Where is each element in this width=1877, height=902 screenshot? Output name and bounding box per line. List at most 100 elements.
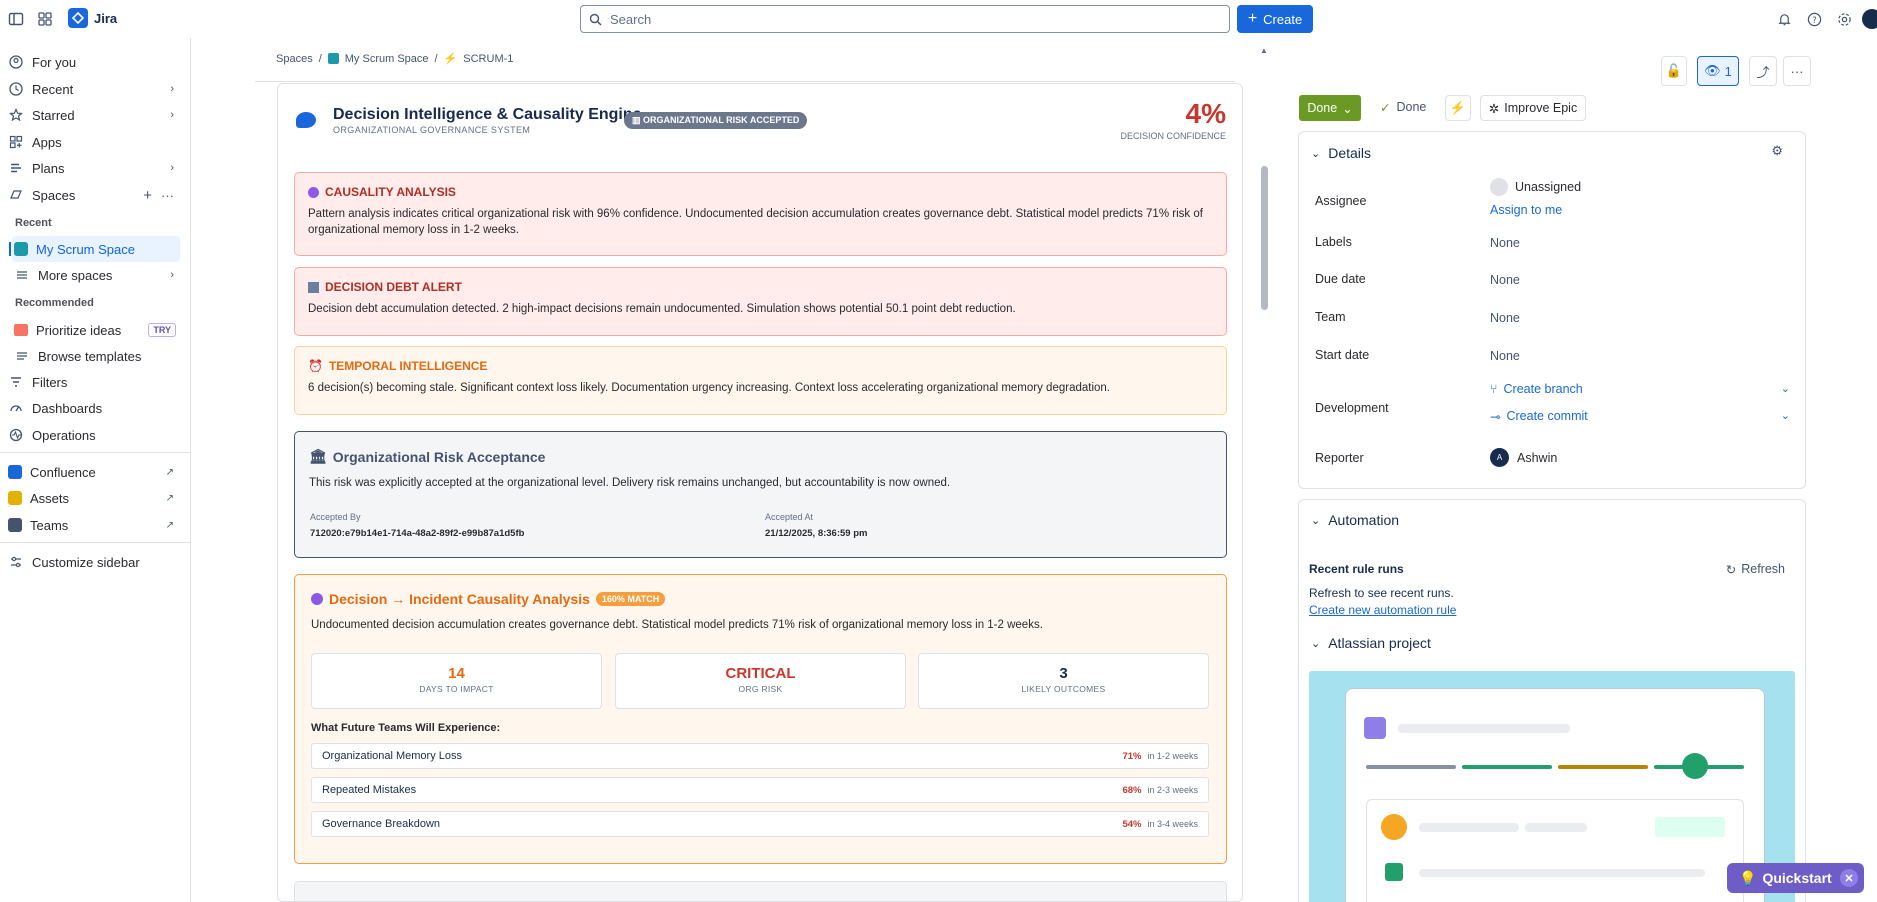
crystal-ball-icon — [311, 593, 323, 605]
create-branch-link[interactable]: ⑂ Create branch ⌄ — [1490, 382, 1790, 396]
chevron-down-icon[interactable]: ⌄ — [1781, 382, 1790, 396]
sidebar-item-label: Operations — [32, 427, 96, 443]
list-item: Repeated Mistakes 68% in 2-3 weeks — [311, 777, 1209, 803]
help-icon[interactable]: ? — [1802, 7, 1826, 31]
illustration-list — [1366, 799, 1744, 902]
create-label: Create — [1263, 11, 1303, 27]
status-dropdown[interactable]: Done ⌄ — [1299, 95, 1361, 121]
more-icon: ··· — [1790, 63, 1804, 79]
labels-label: Labels — [1315, 235, 1352, 249]
refresh-button[interactable]: ↻ Refresh — [1726, 562, 1785, 577]
checkbox-icon — [1385, 863, 1403, 881]
sidebar-item-teams[interactable]: Teams ↗ — [6, 512, 180, 538]
close-icon[interactable]: ✕ — [1840, 869, 1858, 887]
sidebar-item-assets[interactable]: Assets ↗ — [6, 485, 180, 511]
share-button[interactable]: ⤴ — [1749, 56, 1777, 86]
due-date-value[interactable]: None — [1490, 273, 1520, 287]
svg-text:?: ? — [1812, 14, 1816, 24]
create-commit-link[interactable]: ⊸ Create commit ⌄ — [1490, 409, 1790, 424]
placeholder-bar — [1419, 869, 1705, 877]
search-input[interactable]: Search — [580, 5, 1230, 33]
chevron-right-icon[interactable]: › — [170, 83, 174, 95]
sidebar-item-dashboards[interactable]: Dashboards — [6, 395, 180, 421]
labels-value[interactable]: None — [1490, 236, 1520, 250]
placeholder-bar — [1419, 823, 1519, 832]
decision-confidence-value: 4% — [1185, 98, 1226, 129]
improve-epic-button[interactable]: ✲ Improve Epic — [1480, 95, 1586, 121]
sparkle-icon: ✲ — [1488, 101, 1500, 116]
lightning-icon — [1364, 717, 1386, 739]
future-heading: What Future Teams Will Experience: — [311, 722, 501, 734]
watch-button[interactable]: 👁 1 — [1697, 56, 1739, 86]
sidebar-toggle-icon[interactable] — [4, 7, 28, 31]
assign-to-me-link[interactable]: Assign to me — [1490, 203, 1562, 217]
more-icon[interactable]: ··· — [161, 188, 174, 203]
sidebar-item-prioritize-ideas[interactable]: Prioritize ideas TRY — [12, 317, 180, 343]
filter-icon — [8, 374, 24, 390]
automation-heading[interactable]: ⌄ Automation — [1311, 512, 1399, 528]
start-date-value[interactable]: None — [1490, 349, 1520, 363]
assignee-field[interactable]: Unassigned — [1490, 178, 1581, 196]
sidebar-item-confluence[interactable]: Confluence ↗ — [6, 459, 180, 485]
accepted-at-label: Accepted At — [765, 512, 814, 522]
sidebar-item-my-scrum-space[interactable]: My Scrum Space — [12, 236, 180, 262]
status-badge-label: ORGANIZATIONAL RISK ACCEPTED — [643, 115, 800, 125]
sidebar-item-label: Assets — [30, 490, 70, 506]
details-heading[interactable]: ⌄ Details — [1311, 145, 1371, 161]
app-switcher-icon[interactable] — [33, 7, 57, 31]
metric-likely-outcomes: 3 LIKELY OUTCOMES — [918, 653, 1209, 709]
incident-title: Decision → Incident Causality Analysis — [329, 591, 590, 607]
chevron-right-icon[interactable]: › — [170, 162, 174, 174]
bank-icon: 🏛 — [309, 448, 327, 464]
sidebar-item-label: More spaces — [38, 267, 113, 283]
sidebar-item-browse-templates[interactable]: Browse templates — [12, 343, 180, 369]
space-avatar-icon — [327, 53, 339, 64]
atlassian-project-heading[interactable]: ⌄ Atlassian project — [1311, 635, 1431, 651]
reporter-field[interactable]: A Ashwin — [1490, 448, 1557, 467]
divider — [0, 452, 190, 453]
chevron-right-icon[interactable]: › — [170, 269, 174, 281]
sidebar-item-recent[interactable]: Recent › — [6, 76, 180, 102]
add-space-icon[interactable]: + — [143, 187, 152, 204]
breadcrumb-spaces[interactable]: Spaces — [276, 53, 313, 65]
metric-value: 14 — [448, 665, 465, 682]
main-scrollbar[interactable]: ▲ — [1258, 38, 1272, 902]
project-illustration — [1309, 671, 1795, 902]
notifications-icon[interactable] — [1772, 7, 1796, 31]
assignee-label: Assignee — [1315, 194, 1367, 208]
scroll-up-icon[interactable]: ▲ — [1260, 46, 1268, 55]
sidebar-item-apps[interactable]: Apps — [6, 129, 180, 155]
placeholder-bar — [1398, 724, 1570, 733]
gear-icon[interactable]: ⚙ — [1771, 143, 1783, 159]
lock-button[interactable]: 🔓 — [1661, 56, 1687, 86]
sidebar-item-label: Apps — [32, 134, 62, 150]
create-button[interactable]: + Create — [1237, 5, 1313, 33]
sidebar-item-filters[interactable]: Filters — [6, 369, 180, 395]
sidebar-item-operations[interactable]: Operations — [6, 422, 180, 448]
settings-icon[interactable] — [1832, 7, 1856, 31]
scrollbar-thumb[interactable] — [1261, 166, 1268, 310]
chevron-down-icon[interactable]: ⌄ — [1781, 409, 1790, 424]
sidebar-item-for-you[interactable]: For you — [6, 49, 180, 75]
avatar[interactable] — [1862, 9, 1877, 29]
sidebar-item-spaces[interactable]: Spaces + ··· — [6, 182, 180, 208]
crystal-ball-icon — [308, 186, 319, 198]
breadcrumb-issue[interactable]: SCRUM-1 — [463, 53, 513, 65]
teams-icon — [8, 518, 22, 532]
commit-icon: ⊸ — [1490, 410, 1501, 424]
chevron-right-icon[interactable]: › — [170, 109, 174, 121]
jira-logo[interactable]: Jira — [68, 8, 117, 28]
more-actions-button[interactable]: ··· — [1783, 56, 1811, 86]
team-value[interactable]: None — [1490, 311, 1520, 325]
automation-button[interactable]: ⚡ — [1445, 95, 1471, 121]
breadcrumb-space[interactable]: My Scrum Space — [345, 53, 429, 65]
future-when: in 1-2 weeks — [1147, 751, 1198, 761]
sidebar-item-plans[interactable]: Plans › — [6, 155, 180, 181]
list-item: Organizational Memory Loss 71% in 1-2 we… — [311, 743, 1209, 769]
sidebar-item-starred[interactable]: Starred › — [6, 102, 180, 128]
list-item: Governance Breakdown 54% in 3-4 weeks — [311, 811, 1209, 837]
sidebar-item-customize[interactable]: Customize sidebar — [6, 549, 180, 575]
create-automation-rule-link[interactable]: Create new automation rule — [1309, 603, 1456, 617]
sidebar-item-more-spaces[interactable]: More spaces › — [12, 262, 180, 288]
quickstart-button[interactable]: 💡 Quickstart ✕ — [1727, 863, 1864, 893]
